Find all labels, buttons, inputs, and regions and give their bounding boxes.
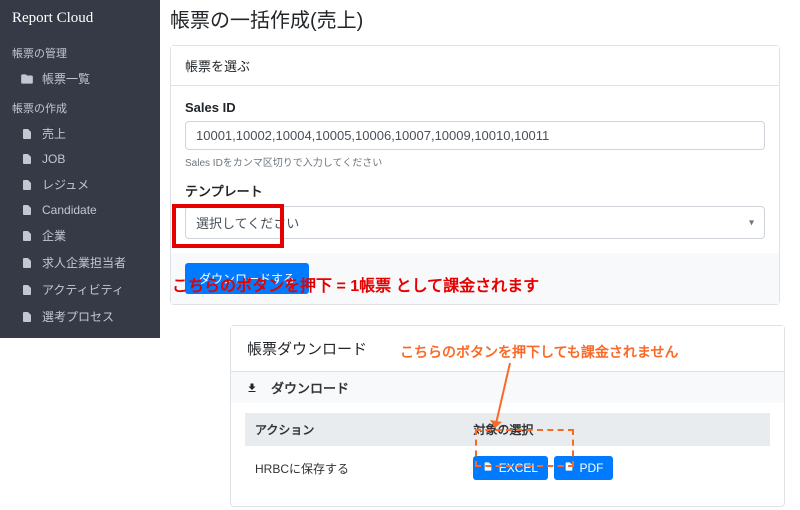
sidebar-item-label: 企業: [42, 227, 66, 244]
col-action: アクション: [245, 413, 463, 446]
file-icon: [20, 256, 34, 270]
sidebar-item-report-list[interactable]: 帳票一覧: [0, 65, 160, 92]
sidebar-item-recruiter[interactable]: 求人企業担当者: [0, 249, 160, 276]
sales-id-label: Sales ID: [185, 100, 765, 115]
sidebar-item-sales[interactable]: 売上: [0, 120, 160, 147]
template-label: テンプレート: [185, 181, 765, 200]
sales-id-help: Sales IDをカンマ区切りで入力してください: [185, 154, 765, 169]
download-icon: [245, 381, 259, 395]
sidebar-item-company[interactable]: 企業: [0, 222, 160, 249]
excel-button[interactable]: EXCEL: [473, 456, 548, 480]
sidebar-item-label: 売上: [42, 125, 66, 142]
sidebar-item-candidate[interactable]: Candidate: [0, 198, 160, 222]
excel-button-label: EXCEL: [499, 461, 538, 475]
file-icon: [20, 229, 34, 243]
annotation-arrow: [520, 358, 521, 359]
sidebar-item-label: レジュメ: [42, 176, 89, 193]
sales-id-input[interactable]: [185, 121, 765, 150]
sidebar: Report Cloud 帳票の管理 帳票一覧 帳票の作成 売上 JOB レジュ…: [0, 0, 160, 338]
sidebar-item-label: 求人企業担当者: [42, 254, 126, 271]
folder-open-icon: [20, 72, 34, 86]
sidebar-item-activity[interactable]: アクティビティ: [0, 276, 160, 303]
file-icon: [20, 178, 34, 192]
form-panel: 帳票を選ぶ Sales ID Sales IDをカンマ区切りで入力してください …: [170, 45, 780, 305]
sidebar-item-selection-process[interactable]: 選考プロセス: [0, 303, 160, 330]
pdf-button-label: PDF: [579, 461, 603, 475]
sidebar-item-label: Candidate: [42, 203, 97, 217]
file-icon: [564, 461, 577, 475]
file-icon: [20, 127, 34, 141]
file-icon: [20, 203, 34, 217]
brand-logo: Report Cloud: [0, 0, 160, 37]
download-subheader-text: ダウンロード: [271, 378, 349, 397]
file-icon: [483, 461, 496, 475]
template-selected-value: 選択してください: [196, 216, 299, 231]
template-select[interactable]: 選択してください: [185, 206, 765, 239]
sidebar-item-label: JOB: [42, 152, 65, 166]
file-icon: [20, 310, 34, 324]
sidebar-section-manage: 帳票の管理: [0, 37, 160, 65]
sidebar-item-job[interactable]: JOB: [0, 147, 160, 171]
annotation-text-billing: こちらのボタンを押下 = 1帳票 として課金されます: [172, 272, 539, 296]
sidebar-item-label: 選考プロセス: [42, 308, 114, 325]
pdf-button[interactable]: PDF: [554, 456, 613, 480]
panel-header: 帳票を選ぶ: [171, 46, 779, 86]
file-icon: [20, 283, 34, 297]
sidebar-section-create: 帳票の作成: [0, 92, 160, 120]
row-action-text: HRBCに保存する: [245, 446, 463, 490]
sidebar-item-label: 帳票一覧: [42, 70, 90, 87]
file-icon: [20, 152, 34, 166]
page-title: 帳票の一括作成(売上): [170, 4, 780, 33]
sidebar-item-resume[interactable]: レジュメ: [0, 171, 160, 198]
sidebar-item-label: アクティビティ: [42, 281, 124, 298]
table-row: HRBCに保存する EXCEL PDF: [245, 446, 770, 490]
